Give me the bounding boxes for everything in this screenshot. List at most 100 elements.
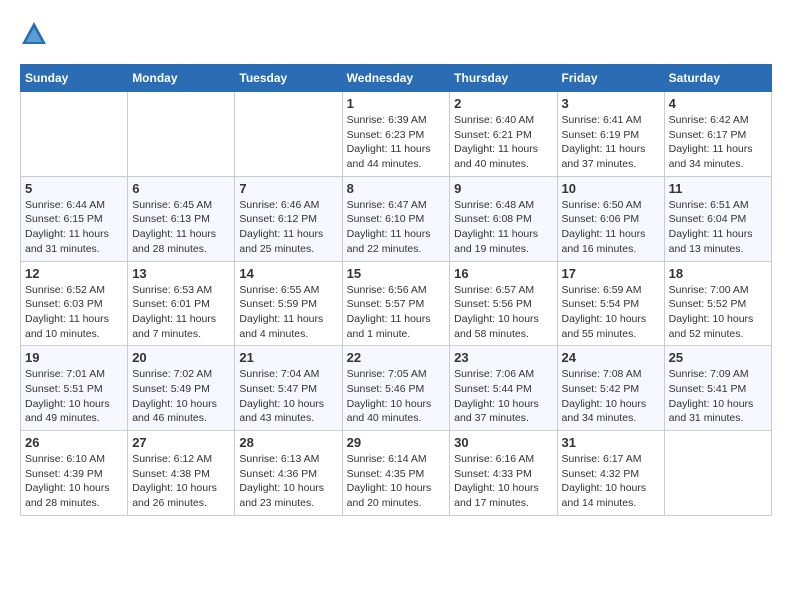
day-info: Sunrise: 7:09 AM Sunset: 5:41 PM Dayligh…: [669, 367, 767, 426]
day-info: Sunrise: 6:41 AM Sunset: 6:19 PM Dayligh…: [562, 113, 660, 172]
calendar-cell: [21, 92, 128, 177]
calendar-cell: 28 Sunrise: 6:13 AM Sunset: 4:36 PM Dayli…: [235, 431, 342, 516]
calendar-cell: 26 Sunrise: 6:10 AM Sunset: 4:39 PM Dayli…: [21, 431, 128, 516]
calendar-cell: 12 Sunrise: 6:52 AM Sunset: 6:03 PM Dayli…: [21, 261, 128, 346]
day-info: Sunrise: 6:46 AM Sunset: 6:12 PM Dayligh…: [239, 198, 337, 257]
day-number: 21: [239, 350, 337, 365]
day-info: Sunrise: 6:13 AM Sunset: 4:36 PM Dayligh…: [239, 452, 337, 511]
day-info: Sunrise: 7:06 AM Sunset: 5:44 PM Dayligh…: [454, 367, 552, 426]
logo: [20, 20, 52, 48]
calendar-cell: 19 Sunrise: 7:01 AM Sunset: 5:51 PM Dayli…: [21, 346, 128, 431]
calendar-cell: 29 Sunrise: 6:14 AM Sunset: 4:35 PM Dayli…: [342, 431, 450, 516]
day-info: Sunrise: 7:04 AM Sunset: 5:47 PM Dayligh…: [239, 367, 337, 426]
calendar-cell: 30 Sunrise: 6:16 AM Sunset: 4:33 PM Dayli…: [450, 431, 557, 516]
calendar-cell: 2 Sunrise: 6:40 AM Sunset: 6:21 PM Daylig…: [450, 92, 557, 177]
day-info: Sunrise: 7:05 AM Sunset: 5:46 PM Dayligh…: [347, 367, 446, 426]
calendar-cell: 25 Sunrise: 7:09 AM Sunset: 5:41 PM Dayli…: [664, 346, 771, 431]
day-number: 27: [132, 435, 230, 450]
calendar-week-row: 12 Sunrise: 6:52 AM Sunset: 6:03 PM Dayli…: [21, 261, 772, 346]
day-number: 18: [669, 266, 767, 281]
calendar-week-row: 5Sunrise: 6:44 AM Sunset: 6:15 PM Daylig…: [21, 176, 772, 261]
day-info: Sunrise: 6:14 AM Sunset: 4:35 PM Dayligh…: [347, 452, 446, 511]
day-number: 30: [454, 435, 552, 450]
day-number: 24: [562, 350, 660, 365]
day-number: 17: [562, 266, 660, 281]
calendar-cell: 1 Sunrise: 6:39 AM Sunset: 6:23 PM Daylig…: [342, 92, 450, 177]
calendar-cell: 24Sunrise: 7:08 AM Sunset: 5:42 PM Dayli…: [557, 346, 664, 431]
calendar-cell: 6 Sunrise: 6:45 AM Sunset: 6:13 PM Daylig…: [128, 176, 235, 261]
day-number: 16: [454, 266, 552, 281]
day-info: Sunrise: 6:39 AM Sunset: 6:23 PM Dayligh…: [347, 113, 446, 172]
day-info: Sunrise: 6:52 AM Sunset: 6:03 PM Dayligh…: [25, 283, 123, 342]
calendar-cell: 23 Sunrise: 7:06 AM Sunset: 5:44 PM Dayli…: [450, 346, 557, 431]
day-number: 14: [239, 266, 337, 281]
calendar-cell: 17 Sunrise: 6:59 AM Sunset: 5:54 PM Dayli…: [557, 261, 664, 346]
calendar-cell: 21 Sunrise: 7:04 AM Sunset: 5:47 PM Dayli…: [235, 346, 342, 431]
calendar-header-row: SundayMondayTuesdayWednesdayThursdayFrid…: [21, 65, 772, 92]
calendar-day-header: Monday: [128, 65, 235, 92]
day-info: Sunrise: 6:40 AM Sunset: 6:21 PM Dayligh…: [454, 113, 552, 172]
day-number: 10: [562, 181, 660, 196]
calendar-cell: 7 Sunrise: 6:46 AM Sunset: 6:12 PM Daylig…: [235, 176, 342, 261]
day-number: 31: [562, 435, 660, 450]
calendar-cell: 9 Sunrise: 6:48 AM Sunset: 6:08 PM Daylig…: [450, 176, 557, 261]
day-number: 13: [132, 266, 230, 281]
day-info: Sunrise: 6:10 AM Sunset: 4:39 PM Dayligh…: [25, 452, 123, 511]
day-number: 11: [669, 181, 767, 196]
calendar-cell: 14Sunrise: 6:55 AM Sunset: 5:59 PM Dayli…: [235, 261, 342, 346]
day-info: Sunrise: 6:16 AM Sunset: 4:33 PM Dayligh…: [454, 452, 552, 511]
day-info: Sunrise: 6:12 AM Sunset: 4:38 PM Dayligh…: [132, 452, 230, 511]
day-info: Sunrise: 6:57 AM Sunset: 5:56 PM Dayligh…: [454, 283, 552, 342]
logo-icon: [20, 20, 48, 48]
day-info: Sunrise: 6:51 AM Sunset: 6:04 PM Dayligh…: [669, 198, 767, 257]
calendar-day-header: Wednesday: [342, 65, 450, 92]
day-number: 28: [239, 435, 337, 450]
calendar-week-row: 19 Sunrise: 7:01 AM Sunset: 5:51 PM Dayli…: [21, 346, 772, 431]
day-number: 3: [562, 96, 660, 111]
day-number: 20: [132, 350, 230, 365]
day-info: Sunrise: 7:00 AM Sunset: 5:52 PM Dayligh…: [669, 283, 767, 342]
day-number: 12: [25, 266, 123, 281]
day-info: Sunrise: 6:42 AM Sunset: 6:17 PM Dayligh…: [669, 113, 767, 172]
day-number: 19: [25, 350, 123, 365]
calendar-cell: [664, 431, 771, 516]
calendar-cell: [235, 92, 342, 177]
day-info: Sunrise: 6:59 AM Sunset: 5:54 PM Dayligh…: [562, 283, 660, 342]
day-number: 1: [347, 96, 446, 111]
calendar-week-row: 26 Sunrise: 6:10 AM Sunset: 4:39 PM Dayli…: [21, 431, 772, 516]
day-number: 2: [454, 96, 552, 111]
page-header: [20, 20, 772, 48]
calendar-cell: 4Sunrise: 6:42 AM Sunset: 6:17 PM Daylig…: [664, 92, 771, 177]
calendar-cell: 10 Sunrise: 6:50 AM Sunset: 6:06 PM Dayli…: [557, 176, 664, 261]
day-info: Sunrise: 6:17 AM Sunset: 4:32 PM Dayligh…: [562, 452, 660, 511]
calendar-table: SundayMondayTuesdayWednesdayThursdayFrid…: [20, 64, 772, 516]
day-info: Sunrise: 6:50 AM Sunset: 6:06 PM Dayligh…: [562, 198, 660, 257]
day-number: 6: [132, 181, 230, 196]
calendar-day-header: Tuesday: [235, 65, 342, 92]
calendar-cell: 18 Sunrise: 7:00 AM Sunset: 5:52 PM Dayli…: [664, 261, 771, 346]
day-number: 23: [454, 350, 552, 365]
day-info: Sunrise: 6:44 AM Sunset: 6:15 PM Dayligh…: [25, 198, 123, 257]
day-info: Sunrise: 7:01 AM Sunset: 5:51 PM Dayligh…: [25, 367, 123, 426]
day-number: 15: [347, 266, 446, 281]
calendar-cell: 31 Sunrise: 6:17 AM Sunset: 4:32 PM Dayli…: [557, 431, 664, 516]
calendar-cell: 22 Sunrise: 7:05 AM Sunset: 5:46 PM Dayli…: [342, 346, 450, 431]
day-number: 7: [239, 181, 337, 196]
day-number: 9: [454, 181, 552, 196]
day-info: Sunrise: 6:56 AM Sunset: 5:57 PM Dayligh…: [347, 283, 446, 342]
calendar-cell: 3 Sunrise: 6:41 AM Sunset: 6:19 PM Daylig…: [557, 92, 664, 177]
day-number: 8: [347, 181, 446, 196]
day-number: 29: [347, 435, 446, 450]
day-info: Sunrise: 6:45 AM Sunset: 6:13 PM Dayligh…: [132, 198, 230, 257]
calendar-cell: 27 Sunrise: 6:12 AM Sunset: 4:38 PM Dayli…: [128, 431, 235, 516]
calendar-week-row: 1 Sunrise: 6:39 AM Sunset: 6:23 PM Daylig…: [21, 92, 772, 177]
calendar-cell: 13Sunrise: 6:53 AM Sunset: 6:01 PM Dayli…: [128, 261, 235, 346]
day-number: 22: [347, 350, 446, 365]
day-info: Sunrise: 6:48 AM Sunset: 6:08 PM Dayligh…: [454, 198, 552, 257]
calendar-day-header: Sunday: [21, 65, 128, 92]
calendar-day-header: Thursday: [450, 65, 557, 92]
calendar-cell: 15 Sunrise: 6:56 AM Sunset: 5:57 PM Dayli…: [342, 261, 450, 346]
day-number: 25: [669, 350, 767, 365]
calendar-cell: 5Sunrise: 6:44 AM Sunset: 6:15 PM Daylig…: [21, 176, 128, 261]
day-number: 26: [25, 435, 123, 450]
